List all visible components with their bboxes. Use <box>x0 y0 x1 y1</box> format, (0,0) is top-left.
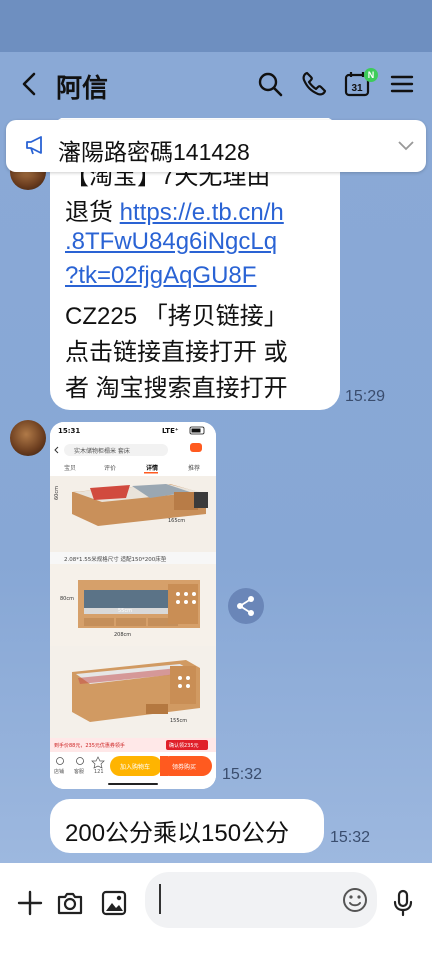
message-text: 退货 <box>65 199 120 226</box>
calendar-day: 31 <box>351 83 363 94</box>
screenshot-dim: 165cm <box>168 518 185 524</box>
screenshot-tab: 宝贝 <box>64 464 76 472</box>
screenshot-buy-now: 领券购买 <box>172 763 196 771</box>
screenshot-dim: 55cm <box>118 608 132 614</box>
chevron-down-icon[interactable] <box>396 136 416 154</box>
screenshot-status-time: 15:31 <box>58 427 80 435</box>
message-line: CZ225 「拷贝链接」 <box>65 303 288 330</box>
message-bubble[interactable]: 200公分乘以150公分 <box>50 799 324 853</box>
text-cursor <box>159 884 161 914</box>
phone-icon[interactable] <box>300 70 328 98</box>
screenshot-dim: 80cm <box>60 596 74 602</box>
menu-icon[interactable] <box>388 70 416 98</box>
message-time: 15:32 <box>222 766 263 783</box>
avatar[interactable] <box>10 420 46 456</box>
share-icon <box>237 596 254 616</box>
screenshot-dim: 60cm <box>54 486 60 500</box>
screenshot-net: LTE⁺ <box>162 427 179 435</box>
message-text: 200公分乘以150公分 <box>65 820 290 847</box>
link-text[interactable]: ?tk=02fjgAqGU8F <box>65 262 256 290</box>
screenshot-bottom-label: 客服 <box>74 768 84 775</box>
megaphone-icon <box>26 136 42 155</box>
screenshot-tab: 推荐 <box>188 464 200 472</box>
announcement-text: 瀋陽路密碼141428 <box>58 139 250 165</box>
message-time: 15:32 <box>330 829 371 846</box>
screenshot-tab: 评价 <box>104 464 116 472</box>
screenshot-promo-btn: 确认领235元 <box>169 742 199 749</box>
image-message[interactable]: 15:31 LTE⁺ 实木储物柜榻米 套床 宝贝 评价 详情 推荐 165cm … <box>50 422 216 789</box>
chat-title: 阿信 <box>56 73 109 103</box>
image-icon[interactable] <box>100 889 128 917</box>
link-text[interactable]: https://e.tb.cn/h <box>120 199 284 226</box>
microphone-icon[interactable] <box>389 889 417 917</box>
screenshot-bottom-label: 121 <box>94 769 104 775</box>
screenshot-search: 实木储物柜榻米 套床 <box>74 447 130 455</box>
message-line-with-link: 退货 https://e.tb.cn/h <box>65 192 284 227</box>
status-bar <box>0 0 432 52</box>
calendar-badge: N <box>364 68 378 82</box>
screenshot-tab: 详情 <box>146 464 158 472</box>
link-text[interactable]: .8TFwU84g6iNgcLq <box>65 228 277 256</box>
product-screenshot: 15:31 LTE⁺ 实木储物柜榻米 套床 宝贝 评价 详情 推荐 165cm … <box>50 422 216 789</box>
message-time: 15:29 <box>345 388 386 405</box>
screenshot-caption: 2.08*1.55米规格尺寸 适配150*200床垫 <box>64 555 167 563</box>
screenshot-add-cart: 加入购物车 <box>120 763 150 771</box>
message-line: 点击链接直接打开 或 <box>65 339 288 366</box>
emoji-icon[interactable] <box>341 886 369 914</box>
search-icon[interactable] <box>256 70 284 98</box>
screenshot-dim: 155cm <box>170 718 187 724</box>
chevron-left-icon[interactable] <box>16 70 44 98</box>
screenshot-promo: 到手价88元，235元优惠券领手 <box>54 742 125 749</box>
camera-icon[interactable] <box>56 889 84 917</box>
announcement-banner[interactable]: 瀋陽路密碼141428 <box>6 120 426 172</box>
message-line: 者 淘宝搜索直接打开 <box>65 375 288 402</box>
screenshot-bottom-label: 店铺 <box>54 768 64 775</box>
chat-header: 阿信 31 <box>0 52 432 118</box>
share-button[interactable] <box>228 588 264 624</box>
plus-icon[interactable] <box>16 889 44 917</box>
screenshot-dim: 208cm <box>114 632 131 638</box>
input-bar <box>0 863 432 960</box>
message-input[interactable] <box>145 872 377 928</box>
